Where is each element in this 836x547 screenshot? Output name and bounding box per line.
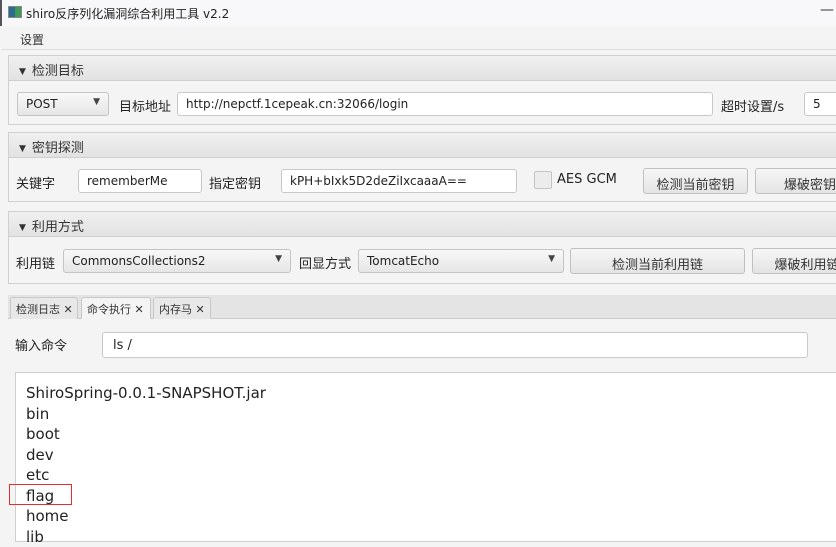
title-bar: shiro反序列化漏洞综合利用工具 v2.2 —: [0, 0, 836, 26]
collapse-arrow-icon: ▼: [19, 223, 26, 233]
output-line: home: [26, 506, 836, 527]
panel-title: 检测目标: [32, 64, 84, 79]
collapse-arrow-icon: ▼: [19, 144, 26, 154]
brute-key-button[interactable]: 爆破密钥: [755, 168, 836, 194]
app-icon: [8, 6, 22, 18]
tab-command-exec[interactable]: 命令执行 ✕: [81, 297, 151, 319]
target-panel: ▼ 检测目标 POST▼ 目标地址 http://nepctf.1cepeak.c…: [8, 55, 836, 125]
keyword-input[interactable]: rememberMe: [78, 169, 202, 193]
check-chain-button[interactable]: 检测当前利用链: [570, 248, 745, 274]
exploit-panel: ▼ 利用方式 利用链 CommonsCollections2▼ 回显方式 Tomc…: [8, 211, 836, 284]
panel-title: 密钥探测: [32, 141, 84, 156]
aes-gcm-checkbox[interactable]: [534, 171, 552, 189]
output-line: flag: [26, 486, 836, 507]
flag-highlight-box: [9, 484, 72, 505]
chevron-down-icon: ▼: [548, 254, 555, 264]
output-line: ShiroSpring-0.0.1-SNAPSHOT.jar: [26, 383, 836, 404]
panel-title: 利用方式: [32, 220, 84, 235]
timeout-input[interactable]: 5: [804, 92, 836, 116]
chevron-down-icon: ▼: [93, 97, 100, 107]
output-line: dev: [26, 445, 836, 466]
output-line: etc: [26, 465, 836, 486]
url-label: 目标地址: [119, 96, 171, 115]
key-panel-header[interactable]: ▼ 密钥探测: [9, 133, 836, 158]
window-title: shiro反序列化漏洞综合利用工具 v2.2: [26, 5, 229, 22]
output-line: boot: [26, 424, 836, 445]
exploit-panel-header[interactable]: ▼ 利用方式: [9, 212, 836, 237]
minimize-button[interactable]: —: [820, 2, 834, 18]
url-input[interactable]: http://nepctf.1cepeak.cn:32066/login: [177, 92, 713, 116]
keyword-label: 关键字: [16, 173, 55, 192]
echo-select[interactable]: TomcatEcho▼: [358, 249, 564, 273]
menu-bar: 设置: [2, 26, 836, 50]
method-select[interactable]: POST▼: [17, 92, 109, 116]
target-panel-header[interactable]: ▼ 检测目标: [9, 56, 836, 81]
check-key-button[interactable]: 检测当前密钥: [643, 168, 748, 194]
output-line: bin: [26, 404, 836, 425]
key-label: 指定密钥: [209, 173, 261, 192]
tab-detect-log[interactable]: 检测日志 ✕: [10, 297, 78, 319]
menu-settings[interactable]: 设置: [20, 31, 44, 48]
key-input[interactable]: kPH+bIxk5D2deZiIxcaaaA==: [281, 169, 517, 193]
output-line: lib: [26, 527, 836, 547]
chevron-down-icon: ▼: [275, 254, 282, 264]
chain-select[interactable]: CommonsCollections2▼: [63, 249, 291, 273]
echo-label: 回显方式: [299, 253, 351, 272]
tab-memshell[interactable]: 内存马 ✕: [153, 297, 211, 319]
aes-gcm-label: AES GCM: [557, 172, 617, 187]
command-label: 输入命令: [15, 335, 67, 354]
command-input[interactable]: ls /: [102, 332, 808, 358]
key-panel: ▼ 密钥探测 关键字 rememberMe 指定密钥 kPH+bIxk5D2deZ…: [8, 132, 836, 202]
timeout-label: 超时设置/s: [721, 96, 784, 115]
chain-label: 利用链: [16, 253, 55, 272]
tab-bar: 检测日志 ✕ 命令执行 ✕ 内存马 ✕: [8, 295, 836, 319]
collapse-arrow-icon: ▼: [19, 67, 26, 77]
command-output[interactable]: ShiroSpring-0.0.1-SNAPSHOT.jar bin boot …: [15, 372, 836, 542]
brute-chain-button[interactable]: 爆破利用链: [752, 248, 836, 274]
